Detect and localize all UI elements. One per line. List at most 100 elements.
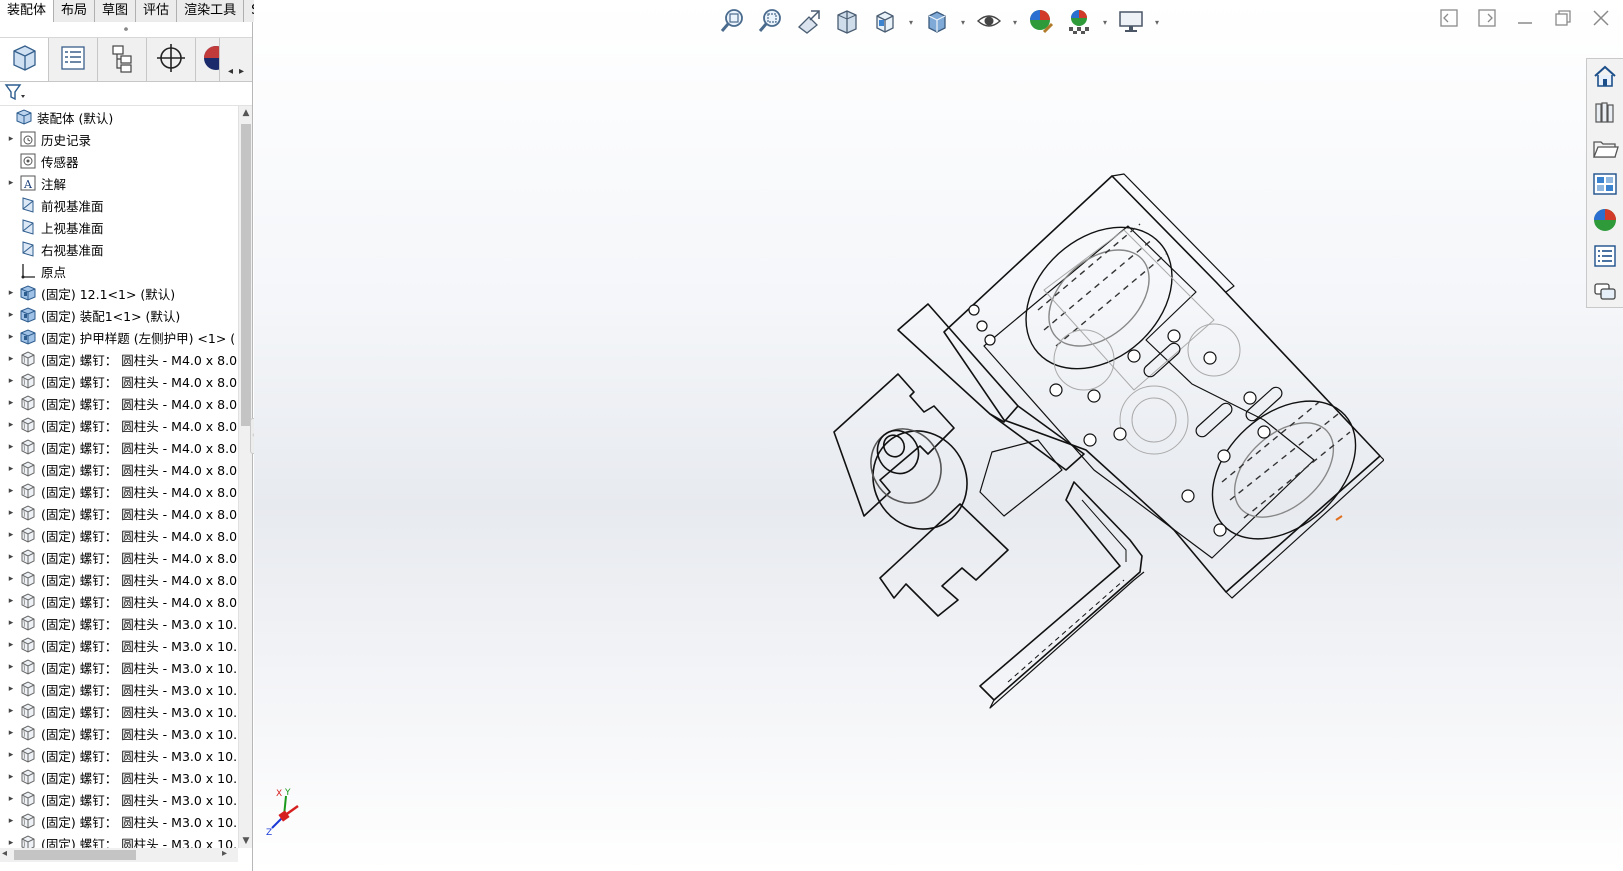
apply-scene-button[interactable] <box>1062 6 1096 38</box>
tree-item[interactable]: ▸ (固定) 螺钉： 圆柱头 - M4.0 x 8.0 <box>0 590 238 612</box>
view-palette-tab[interactable] <box>1587 167 1623 203</box>
expand-arrow-icon[interactable]: ▸ <box>4 728 18 738</box>
hide-show-items-button[interactable] <box>972 6 1006 38</box>
tree-filter[interactable] <box>0 82 252 106</box>
tab-property-manager[interactable] <box>49 38 98 81</box>
tree-vertical-scrollbar[interactable]: ▲ ▼ <box>238 106 252 848</box>
tree-item[interactable]: ▸ (固定) 螺钉： 圆柱头 - M3.0 x 10. <box>0 678 238 700</box>
expand-arrow-icon[interactable]: ▸ <box>4 486 18 496</box>
tab-scroll-left-icon[interactable]: ◂ <box>228 66 233 77</box>
tree-item[interactable]: ▸ (固定) 螺钉： 圆柱头 - M4.0 x 8.0 <box>0 414 238 436</box>
tree-item[interactable]: ▸ (固定) 螺钉： 圆柱头 - M4.0 x 8.0 <box>0 436 238 458</box>
expand-arrow-icon[interactable]: ▸ <box>4 332 18 342</box>
section-view-button[interactable] <box>830 6 864 38</box>
view-orientation-button[interactable] <box>868 6 902 38</box>
tab-feature-manager[interactable] <box>0 38 49 81</box>
tree-item[interactable]: 装配体 (默认) <box>0 106 238 128</box>
zoom-to-fit-button[interactable] <box>716 6 750 38</box>
tree-item[interactable]: ▸ (固定) 螺钉： 圆柱头 - M4.0 x 8.0 <box>0 458 238 480</box>
expand-arrow-icon[interactable]: ▸ <box>4 420 18 430</box>
scroll-left-icon[interactable]: ◂ <box>2 848 7 859</box>
tree-item[interactable]: ▸ (固定) 螺钉： 圆柱头 - M3.0 x 10. <box>0 634 238 656</box>
expand-arrow-icon[interactable]: ▸ <box>4 530 18 540</box>
tab-dimxpert-manager[interactable] <box>147 38 196 81</box>
tree-item[interactable]: ▸ A 注解 <box>0 172 238 194</box>
tree-item[interactable]: ▸ (固定) 螺钉： 圆柱头 - M3.0 x 10. <box>0 832 238 848</box>
tab-3[interactable]: 评估 <box>136 0 178 22</box>
view-settings-button[interactable] <box>1114 6 1148 38</box>
view-orientation-dropdown-icon[interactable]: ▾ <box>906 18 916 27</box>
tile-right-button[interactable] <box>1475 8 1499 32</box>
tree-item[interactable]: ▸ (固定) 螺钉： 圆柱头 - M3.0 x 10. <box>0 656 238 678</box>
tree-item[interactable]: ▸ (固定) 螺钉： 圆柱头 - M4.0 x 8.0 <box>0 348 238 370</box>
expand-arrow-icon[interactable]: ▸ <box>4 464 18 474</box>
expand-arrow-icon[interactable]: ▸ <box>4 376 18 386</box>
expand-arrow-icon[interactable]: ▸ <box>4 552 18 562</box>
tab-4[interactable]: 渲染工具 <box>177 0 245 22</box>
tree-item[interactable]: ▸ (固定) 螺钉： 圆柱头 - M4.0 x 8.0 <box>0 568 238 590</box>
display-style-button[interactable] <box>920 6 954 38</box>
expand-arrow-icon[interactable]: ▸ <box>4 838 18 848</box>
tab-configuration-manager[interactable] <box>98 38 147 81</box>
filter-icon[interactable] <box>4 82 28 105</box>
display-style-dropdown-icon[interactable]: ▾ <box>958 18 968 27</box>
tree-item[interactable]: ▸ (固定) 装配1<1> (默认) <box>0 304 238 326</box>
tree-item[interactable]: ▸ 历史记录 <box>0 128 238 150</box>
tree-item[interactable]: ▸ (固定) 螺钉： 圆柱头 - M4.0 x 8.0 <box>0 480 238 502</box>
restore-button[interactable] <box>1551 8 1575 32</box>
tree-item[interactable]: 传感器 <box>0 150 238 172</box>
expand-arrow-icon[interactable]: ▸ <box>4 354 18 364</box>
tree-item[interactable]: ▸ (固定) 螺钉： 圆柱头 - M3.0 x 10. <box>0 722 238 744</box>
graphics-area[interactable]: ▾ ▾ ▾ ▾ ▾ X Y Z <box>254 0 1623 871</box>
expand-arrow-icon[interactable]: ▸ <box>4 662 18 672</box>
tree-item[interactable]: ▸ (固定) 螺钉： 圆柱头 - M3.0 x 10. <box>0 700 238 722</box>
expand-arrow-icon[interactable]: ▸ <box>4 508 18 518</box>
tree-item[interactable]: 上视基准面 <box>0 216 238 238</box>
expand-arrow-icon[interactable]: ▸ <box>4 574 18 584</box>
scroll-right-icon[interactable]: ▸ <box>222 848 227 859</box>
solidworks-forum-tab[interactable] <box>1587 275 1623 311</box>
tab-display-manager[interactable] <box>196 38 221 81</box>
apply-scene-dropdown-icon[interactable]: ▾ <box>1100 18 1110 27</box>
tree-item[interactable]: ▸ (固定) 螺钉： 圆柱头 - M4.0 x 8.0 <box>0 546 238 568</box>
expand-arrow-icon[interactable]: ▸ <box>4 816 18 826</box>
tab-0[interactable]: 装配体 <box>0 0 55 22</box>
scroll-up-icon[interactable]: ▲ <box>239 108 252 118</box>
tree-item[interactable]: ▸ (固定) 螺钉： 圆柱头 - M3.0 x 10. <box>0 788 238 810</box>
expand-arrow-icon[interactable]: ▸ <box>4 178 18 188</box>
tree-item[interactable]: ▸ (固定) 螺钉： 圆柱头 - M4.0 x 8.0 <box>0 370 238 392</box>
expand-arrow-icon[interactable]: ▸ <box>4 706 18 716</box>
expand-arrow-icon[interactable]: ▸ <box>4 684 18 694</box>
hide-show-dropdown-icon[interactable]: ▾ <box>1010 18 1020 27</box>
expand-arrow-icon[interactable]: ▸ <box>4 596 18 606</box>
tree-item[interactable]: ▸ (固定) 护甲样题 (左侧护甲) <1> ( <box>0 326 238 348</box>
tree-item[interactable]: ▸ (固定) 螺钉： 圆柱头 - M3.0 x 10. <box>0 810 238 832</box>
tab-2[interactable]: 草图 <box>95 0 137 22</box>
tree-item[interactable]: ▸ (固定) 螺钉： 圆柱头 - M3.0 x 10. <box>0 744 238 766</box>
expand-arrow-icon[interactable]: ▸ <box>4 398 18 408</box>
expand-arrow-icon[interactable]: ▸ <box>4 310 18 320</box>
tree-item[interactable]: 右视基准面 <box>0 238 238 260</box>
expand-arrow-icon[interactable]: ▸ <box>4 442 18 452</box>
scroll-down-icon[interactable]: ▼ <box>239 836 252 846</box>
tree-item[interactable]: ▸ (固定) 螺钉： 圆柱头 - M3.0 x 10. <box>0 766 238 788</box>
expand-arrow-icon[interactable]: ▸ <box>4 134 18 144</box>
previous-view-button[interactable] <box>792 6 826 38</box>
tree-horizontal-scrollbar[interactable]: ◂ ▸ <box>0 848 238 862</box>
tree-item[interactable]: ▸ (固定) 螺钉： 圆柱头 - M4.0 x 8.0 <box>0 524 238 546</box>
tree-item[interactable]: ▸ (固定) 螺钉： 圆柱头 - M4.0 x 8.0 <box>0 502 238 524</box>
expand-arrow-icon[interactable]: ▸ <box>4 640 18 650</box>
tree-item[interactable]: 前视基准面 <box>0 194 238 216</box>
custom-properties-tab[interactable] <box>1587 239 1623 275</box>
tab-1[interactable]: 布局 <box>54 0 96 22</box>
scrollbar-thumb[interactable] <box>14 850 136 860</box>
close-button[interactable] <box>1589 8 1613 32</box>
appearances-scenes-tab[interactable] <box>1587 203 1623 239</box>
zoom-to-area-button[interactable] <box>754 6 788 38</box>
tab-scroll-right-icon[interactable]: ▸ <box>239 66 244 77</box>
panel-resize-grip[interactable]: ⦁ <box>0 22 252 38</box>
assembly-model[interactable] <box>794 170 1384 730</box>
expand-arrow-icon[interactable]: ▸ <box>4 618 18 628</box>
view-settings-dropdown-icon[interactable]: ▾ <box>1152 18 1162 27</box>
tree-item[interactable]: ▸ (固定) 12.1<1> (默认) <box>0 282 238 304</box>
